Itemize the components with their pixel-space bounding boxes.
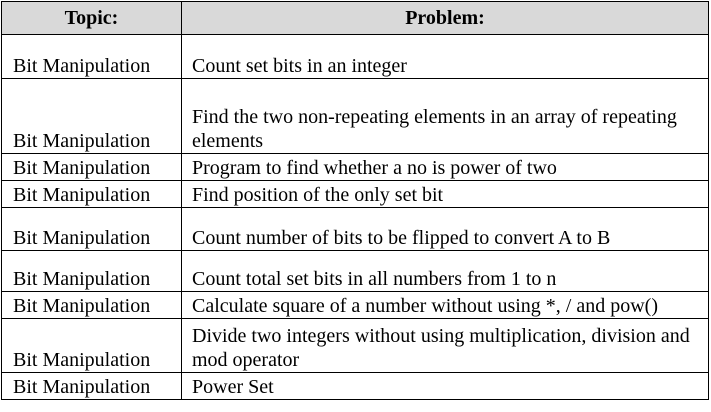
problem-cell: Divide two integers without using multip… xyxy=(181,318,709,373)
topic-column-header: Topic: xyxy=(1,1,182,35)
table-row: Bit Manipulation Count total set bits in… xyxy=(1,250,709,292)
table-row: Bit Manipulation Divide two integers wit… xyxy=(1,318,709,373)
topic-cell: Bit Manipulation xyxy=(1,207,182,251)
table-row: Bit Manipulation Count number of bits to… xyxy=(1,207,709,251)
problem-cell: Find the two non-repeating elements in a… xyxy=(181,78,709,154)
header-row: Topic: Problem: xyxy=(1,1,709,35)
problem-cell: Find position of the only set bit xyxy=(181,180,709,208)
topics-table: Topic: Problem: Bit Manipulation Count s… xyxy=(1,1,709,400)
problem-cell: Count total set bits in all numbers from… xyxy=(181,250,709,292)
table-row: Bit Manipulation Calculate square of a n… xyxy=(1,291,709,319)
table-row: Bit Manipulation Program to find whether… xyxy=(1,153,709,181)
topic-cell: Bit Manipulation xyxy=(1,78,182,154)
problem-cell: Count number of bits to be flipped to co… xyxy=(181,207,709,251)
table-row: Bit Manipulation Count set bits in an in… xyxy=(1,34,709,79)
problem-column-header: Problem: xyxy=(181,1,709,35)
problem-cell: Calculate square of a number without usi… xyxy=(181,291,709,319)
table-row: Bit Manipulation Power Set xyxy=(1,372,709,400)
topic-cell: Bit Manipulation xyxy=(1,250,182,292)
topic-cell: Bit Manipulation xyxy=(1,34,182,79)
table-row: Bit Manipulation Find the two non-repeat… xyxy=(1,78,709,154)
topic-cell: Bit Manipulation xyxy=(1,291,182,319)
problem-cell: Program to find whether a no is power of… xyxy=(181,153,709,181)
topic-cell: Bit Manipulation xyxy=(1,372,182,400)
topic-cell: Bit Manipulation xyxy=(1,153,182,181)
topic-cell: Bit Manipulation xyxy=(1,180,182,208)
topic-cell: Bit Manipulation xyxy=(1,318,182,373)
problem-cell: Power Set xyxy=(181,372,709,400)
table-row: Bit Manipulation Find position of the on… xyxy=(1,180,709,208)
problem-cell: Count set bits in an integer xyxy=(181,34,709,79)
